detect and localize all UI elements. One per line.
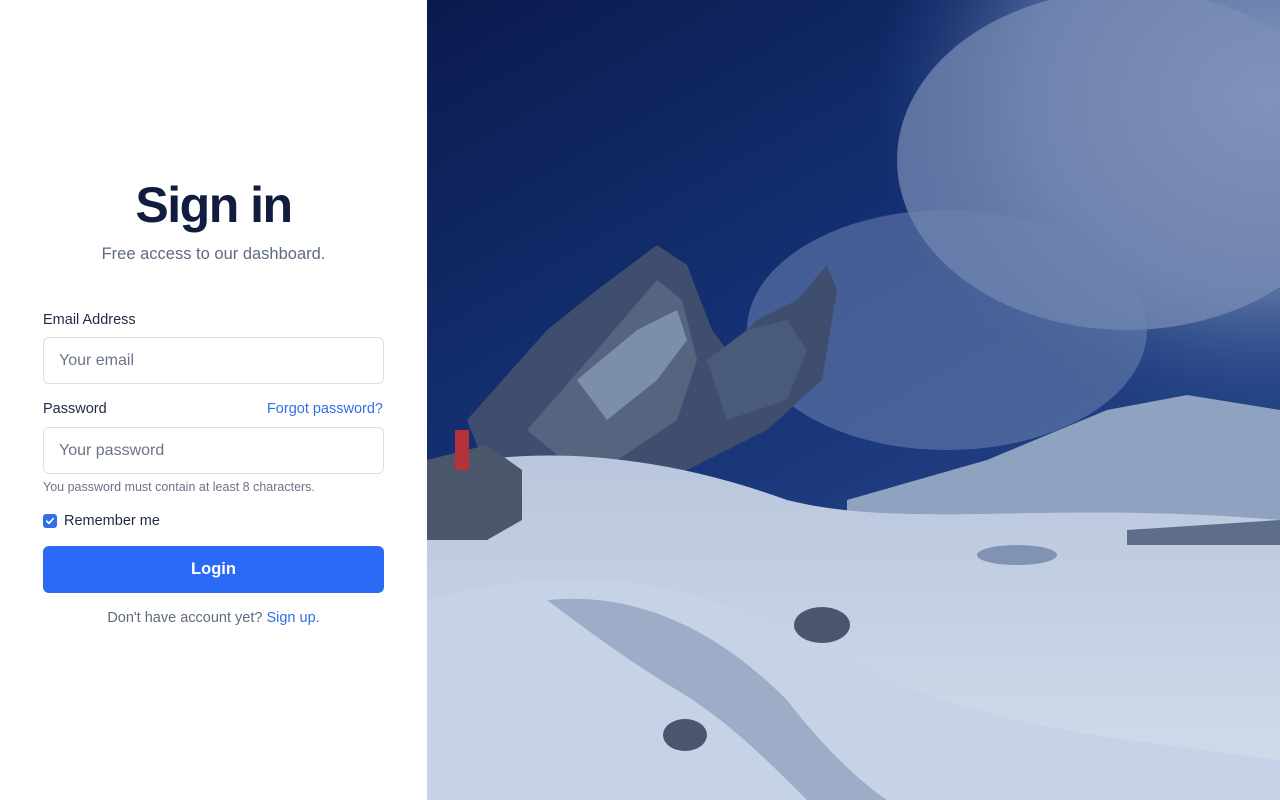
checkbox-checked-icon[interactable] xyxy=(43,514,57,528)
snowy-mountain-photo xyxy=(427,0,1280,800)
signup-prompt-text: Don't have account yet? xyxy=(107,610,263,626)
email-field[interactable] xyxy=(43,337,384,384)
password-field[interactable] xyxy=(43,427,384,474)
page-title: Sign in xyxy=(135,177,293,233)
page-subtitle: Free access to our dashboard. xyxy=(101,245,326,263)
login-button[interactable]: Login xyxy=(43,546,384,593)
remember-me-checkbox[interactable]: Remember me xyxy=(43,512,160,530)
signup-prompt: Don't have account yet? Sign up. xyxy=(0,609,427,627)
forgot-password-link[interactable]: Forgot password? xyxy=(267,400,383,418)
hero-image xyxy=(427,0,1280,800)
signup-link[interactable]: Sign up. xyxy=(266,610,319,626)
password-label: Password xyxy=(43,401,107,417)
login-panel: Sign in Free access to our dashboard. Em… xyxy=(0,0,427,800)
remember-me-label: Remember me xyxy=(64,513,160,529)
password-hint: You password must contain at least 8 cha… xyxy=(43,480,315,494)
email-label: Email Address xyxy=(43,312,136,328)
